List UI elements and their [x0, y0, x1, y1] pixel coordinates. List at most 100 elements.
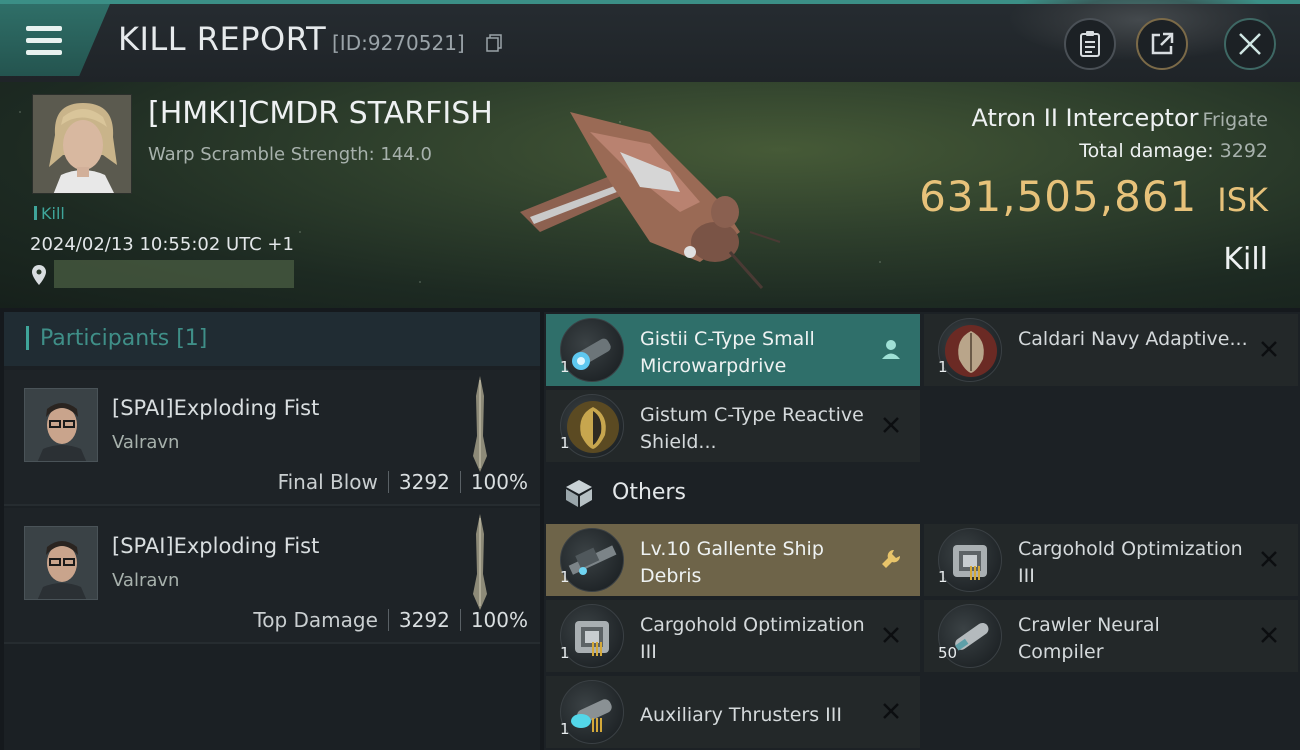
item-name: Auxiliary Thrusters III [640, 704, 842, 726]
participant-damage: 3292 [398, 470, 450, 494]
item-card[interactable]: 50 Crawler Neural Compiler [924, 600, 1298, 672]
microwarpdrive-icon [560, 318, 624, 382]
items-panel: 1 Gistii C-Type Small Microwarpdrive 1 C… [544, 312, 1300, 750]
item-name: Gistii C-Type Small Microwarpdrive [640, 328, 815, 377]
ship-icon [473, 376, 487, 472]
dropped-icon [882, 340, 900, 359]
participants-panel: Participants [1] [SPAI]Exploding Fist Va… [4, 312, 540, 750]
total-damage: Total damage: 3292 [1079, 140, 1268, 162]
destroyed-icon [883, 703, 899, 719]
isk-value: 631,505,861 ISK [919, 172, 1268, 221]
item-card[interactable]: 1 Gistii C-Type Small Microwarpdrive [546, 314, 920, 386]
item-card[interactable]: 1 Lv.10 Gallente Ship Debris [546, 524, 920, 596]
tier-badge [592, 718, 604, 732]
participant-percent: 100% [470, 608, 528, 632]
destroyed-icon [1261, 551, 1277, 567]
item-name: Cargohold Optimization III [1018, 538, 1243, 587]
pilot-portrait-image [25, 389, 97, 461]
participant-role: Top Damage [253, 608, 378, 632]
kill-tag: Kill [34, 204, 65, 223]
participant-role: Final Blow [277, 470, 378, 494]
item-card[interactable]: 1 Caldari Navy Adaptive... [924, 314, 1298, 386]
menu-button[interactable] [0, 4, 110, 76]
shield-hardener-icon [938, 318, 1002, 382]
close-button[interactable] [1224, 18, 1276, 70]
participant-percent: 100% [470, 470, 528, 494]
ship-icon [473, 514, 487, 610]
destroyed-icon [1261, 627, 1277, 643]
others-label: Others [612, 480, 686, 505]
shield-hardener-icon [560, 394, 624, 458]
clipboard-button[interactable] [1064, 18, 1116, 70]
report-id: [ID:9270521] [332, 31, 465, 55]
kill-datetime: 2024/02/13 10:55:02 UTC +1 [30, 234, 294, 255]
location-pin-icon [32, 265, 46, 285]
item-name: Crawler Neural Compiler [1018, 614, 1160, 663]
isk-unit: ISK [1217, 181, 1268, 219]
item-quantity: 1 [560, 434, 570, 452]
destroyed-icon [1261, 341, 1277, 357]
tier-badge [970, 566, 982, 580]
item-name: Caldari Navy Adaptive... [1018, 328, 1248, 350]
item-card[interactable]: 1 Gistum C-Type Reactive Shield... [546, 390, 920, 462]
others-section-header: Others [544, 464, 918, 520]
kill-result: Kill [1223, 242, 1268, 277]
participant-stats: Final Blow 3292 100% [278, 470, 528, 494]
participant-name[interactable]: [SPAI]Exploding Fist [112, 534, 319, 558]
close-icon [1239, 33, 1261, 55]
item-name: Cargohold Optimization III [640, 614, 865, 663]
participants-title: Participants [1] [40, 326, 208, 351]
pilot-portrait-image [33, 95, 131, 193]
clipboard-icon [1080, 31, 1100, 57]
participant-ship: Valravn [112, 432, 180, 453]
item-card[interactable]: 1 Cargohold Optimization III [546, 600, 920, 672]
item-quantity: 50 [938, 644, 958, 662]
item-quantity: 1 [938, 358, 948, 376]
participant-row[interactable]: [SPAI]Exploding Fist Valravn Top Damage 3… [4, 508, 540, 644]
tier-badge [592, 642, 604, 656]
top-bar: KILL REPORT [ID:9270521] [0, 0, 1300, 82]
item-quantity: 1 [560, 358, 570, 376]
item-name: Lv.10 Gallente Ship Debris [640, 538, 824, 587]
page-title: KILL REPORT [118, 20, 327, 58]
pilot-portrait-image [25, 527, 97, 599]
participant-damage: 3292 [398, 608, 450, 632]
copy-icon[interactable] [486, 34, 502, 52]
participant-avatar[interactable] [24, 388, 98, 462]
destroyed-icon [883, 417, 899, 433]
participant-ship: Valravn [112, 570, 180, 591]
header-accent-bar [26, 326, 29, 350]
item-quantity: 1 [560, 720, 570, 738]
isk-amount: 631,505,861 [919, 172, 1198, 221]
ship-render-image [520, 112, 781, 289]
participant-row[interactable]: [SPAI]Exploding Fist Valravn Final Blow 3… [4, 370, 540, 506]
cargohold-rig-icon [560, 604, 624, 668]
item-name: Gistum C-Type Reactive Shield... [640, 404, 864, 453]
location-redacted [54, 260, 294, 288]
wrench-icon [882, 549, 901, 568]
victim-avatar[interactable] [32, 94, 132, 194]
ship-name-text: Atron II Interceptor [971, 104, 1199, 132]
total-damage-value: 3292 [1219, 140, 1268, 162]
cargohold-rig-icon [938, 528, 1002, 592]
share-button[interactable] [1136, 18, 1188, 70]
participants-header: Participants [1] [4, 312, 540, 366]
item-card[interactable]: 1 Cargohold Optimization III [924, 524, 1298, 596]
victim-name[interactable]: [HMKI]CMDR STARFISH [148, 96, 493, 131]
ship-debris-icon [560, 528, 624, 592]
item-quantity: 1 [560, 568, 570, 586]
victim-ship-name[interactable]: Atron II Interceptor Frigate [972, 104, 1269, 132]
ship-class: Frigate [1202, 109, 1268, 131]
participant-avatar[interactable] [24, 526, 98, 600]
menu-icon [26, 26, 62, 56]
share-icon [1151, 32, 1174, 55]
item-quantity: 1 [560, 644, 570, 662]
participant-name[interactable]: [SPAI]Exploding Fist [112, 396, 319, 420]
item-card[interactable]: 1 Auxiliary Thrusters III [546, 676, 920, 748]
total-damage-label: Total damage: [1079, 140, 1214, 162]
item-quantity: 1 [938, 568, 948, 586]
thruster-rig-icon [560, 680, 624, 744]
victim-banner: [HMKI]CMDR STARFISH Warp Scramble Streng… [0, 82, 1300, 308]
destroyed-icon [883, 627, 899, 643]
warp-scramble-strength: Warp Scramble Strength: 144.0 [148, 144, 432, 165]
